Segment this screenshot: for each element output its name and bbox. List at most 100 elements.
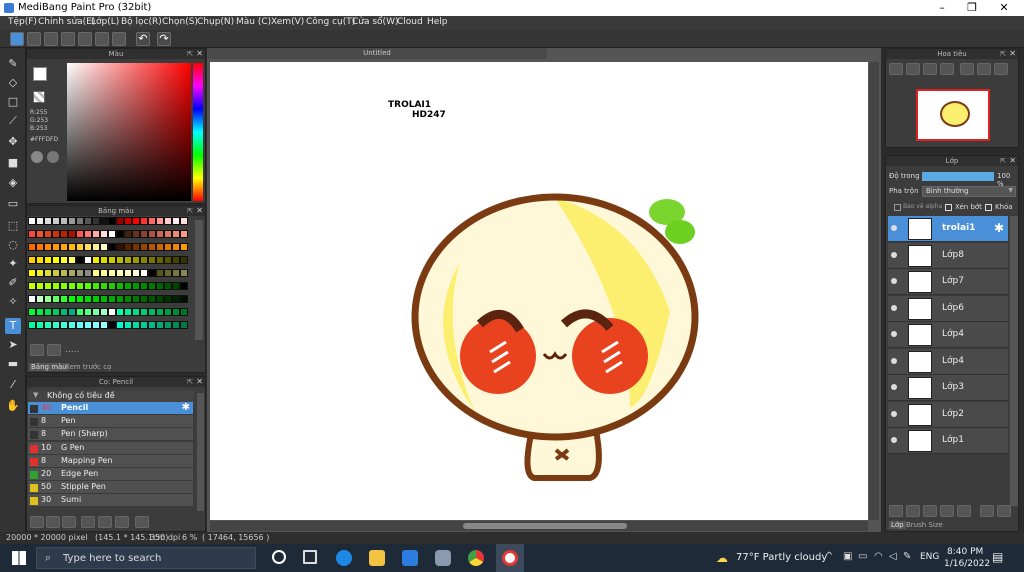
color-swatch[interactable] (84, 230, 92, 238)
close-icon[interactable]: ✕ (196, 206, 203, 216)
color-swatch[interactable] (44, 269, 52, 277)
color-swatch[interactable] (172, 282, 180, 290)
layer-item[interactable]: Lớp3 (888, 375, 1008, 401)
color-swatch[interactable] (124, 230, 132, 238)
add-brush-icon[interactable] (30, 516, 44, 528)
vertical-scrollbar[interactable] (869, 62, 879, 520)
bucket-tool-icon[interactable]: ◈ (5, 175, 21, 191)
camera-icon[interactable] (435, 550, 451, 566)
menu-select[interactable]: Chọn(S) (162, 17, 198, 27)
color-swatch[interactable] (164, 256, 172, 264)
color-swatch[interactable] (116, 295, 124, 303)
color-swatch[interactable] (68, 295, 76, 303)
color-swatch[interactable] (116, 217, 124, 225)
navigator-preview[interactable] (916, 89, 990, 141)
color-swatch[interactable] (156, 243, 164, 251)
menu-cloud[interactable]: Cloud (397, 17, 423, 27)
rotate-left-icon[interactable] (960, 63, 974, 75)
color-swatch[interactable] (52, 295, 60, 303)
color-swatch[interactable] (84, 243, 92, 251)
color-swatch[interactable] (140, 282, 148, 290)
color-swatch[interactable] (100, 308, 108, 316)
color-swatch[interactable] (116, 308, 124, 316)
color-swatch[interactable] (108, 243, 116, 251)
color-swatch[interactable] (44, 217, 52, 225)
color-swatch[interactable] (156, 295, 164, 303)
menu-file[interactable]: Tệp(F) (8, 17, 37, 27)
brush-item[interactable]: 20 Edge Pen (28, 468, 193, 481)
menu-tools[interactable]: Công cụ(T) (306, 17, 355, 27)
color-swatch[interactable] (180, 243, 188, 251)
color-swatch[interactable] (92, 308, 100, 316)
close-icon[interactable]: ✕ (1009, 156, 1016, 166)
color-swatch[interactable] (36, 256, 44, 264)
color-swatch[interactable] (36, 321, 44, 329)
menu-layer[interactable]: Lớp(L) (91, 17, 119, 27)
fit-icon[interactable] (923, 63, 937, 75)
layer-scrollbar[interactable] (1010, 216, 1018, 506)
chevron-up-icon[interactable]: ^ (825, 551, 833, 562)
layer-item[interactable]: Lớp6 (888, 295, 1008, 322)
color-swatch[interactable] (68, 230, 76, 238)
color-swatch[interactable] (76, 217, 84, 225)
delete-brush-icon[interactable] (135, 516, 149, 528)
new-folder-icon[interactable] (957, 505, 971, 517)
color-swatch[interactable] (100, 243, 108, 251)
color-swatch[interactable] (76, 321, 84, 329)
color-swatch[interactable] (164, 308, 172, 316)
color-swatch[interactable] (84, 295, 92, 303)
menu-filter[interactable]: Bộ lọc(R) (121, 17, 162, 27)
color-swatch[interactable] (132, 282, 140, 290)
new-brush-icon[interactable] (46, 516, 60, 528)
brush-paste-icon[interactable] (98, 516, 112, 528)
panel-max-icon[interactable]: ⇱ (1000, 156, 1006, 166)
delete-swatch-icon[interactable] (47, 344, 61, 356)
close-icon[interactable]: ✕ (1009, 49, 1016, 59)
visibility-eye-icon[interactable] (891, 357, 897, 364)
color-swatch[interactable] (172, 230, 180, 238)
color-swatch[interactable] (44, 282, 52, 290)
color-swatch[interactable] (76, 230, 84, 238)
mail-icon[interactable] (402, 550, 418, 566)
color-wheel-icon[interactable] (31, 151, 43, 163)
maximize-button[interactable]: ❐ (956, 0, 988, 16)
brush-item[interactable]: 40 Pencil ✱ (28, 402, 193, 415)
new-layer-icon[interactable] (889, 505, 903, 517)
clock-date[interactable]: 1/16/2022 (944, 559, 990, 569)
select-eraser-tool-icon[interactable]: ✧ (5, 294, 21, 310)
file-explorer-icon[interactable] (369, 550, 385, 566)
color-swatch[interactable] (180, 308, 188, 316)
lock-checkbox[interactable] (985, 204, 992, 211)
shape-tool-icon[interactable]: □ (5, 94, 21, 110)
color-swatch[interactable] (92, 217, 100, 225)
layer-item[interactable]: Lớp2 (888, 401, 1008, 428)
comment-icon[interactable] (61, 32, 75, 46)
color-swatch[interactable] (60, 243, 68, 251)
task-view-icon[interactable] (303, 550, 317, 564)
color-swatch[interactable] (68, 269, 76, 277)
color-swatch[interactable] (68, 256, 76, 264)
rotate-right-icon[interactable] (994, 63, 1008, 75)
color-swatch[interactable] (76, 308, 84, 316)
color-swatch[interactable] (172, 308, 180, 316)
color-swatch[interactable] (108, 230, 116, 238)
color-swatch[interactable] (52, 217, 60, 225)
color-swatch[interactable] (164, 321, 172, 329)
color-swatch[interactable] (68, 321, 76, 329)
export-icon[interactable] (27, 32, 41, 46)
color-swatch[interactable] (164, 269, 172, 277)
color-swatch[interactable] (180, 321, 188, 329)
color-swatch[interactable] (60, 269, 68, 277)
color-swatch[interactable] (164, 295, 172, 303)
brush-tool-icon[interactable]: ✎ (5, 56, 21, 72)
color-swatch[interactable] (132, 217, 140, 225)
flip-icon[interactable] (977, 63, 991, 75)
edge-browser-icon[interactable] (336, 550, 352, 566)
foreground-color-swatch[interactable] (33, 67, 47, 81)
menu-window[interactable]: Cửa sổ(W) (352, 17, 398, 27)
color-swatch[interactable] (68, 243, 76, 251)
operation-tool-icon[interactable]: ➤ (5, 337, 21, 353)
brush-copy-icon[interactable] (81, 516, 95, 528)
visibility-eye-icon[interactable] (891, 437, 897, 443)
divide-tool-icon[interactable]: ▬ (5, 356, 21, 372)
